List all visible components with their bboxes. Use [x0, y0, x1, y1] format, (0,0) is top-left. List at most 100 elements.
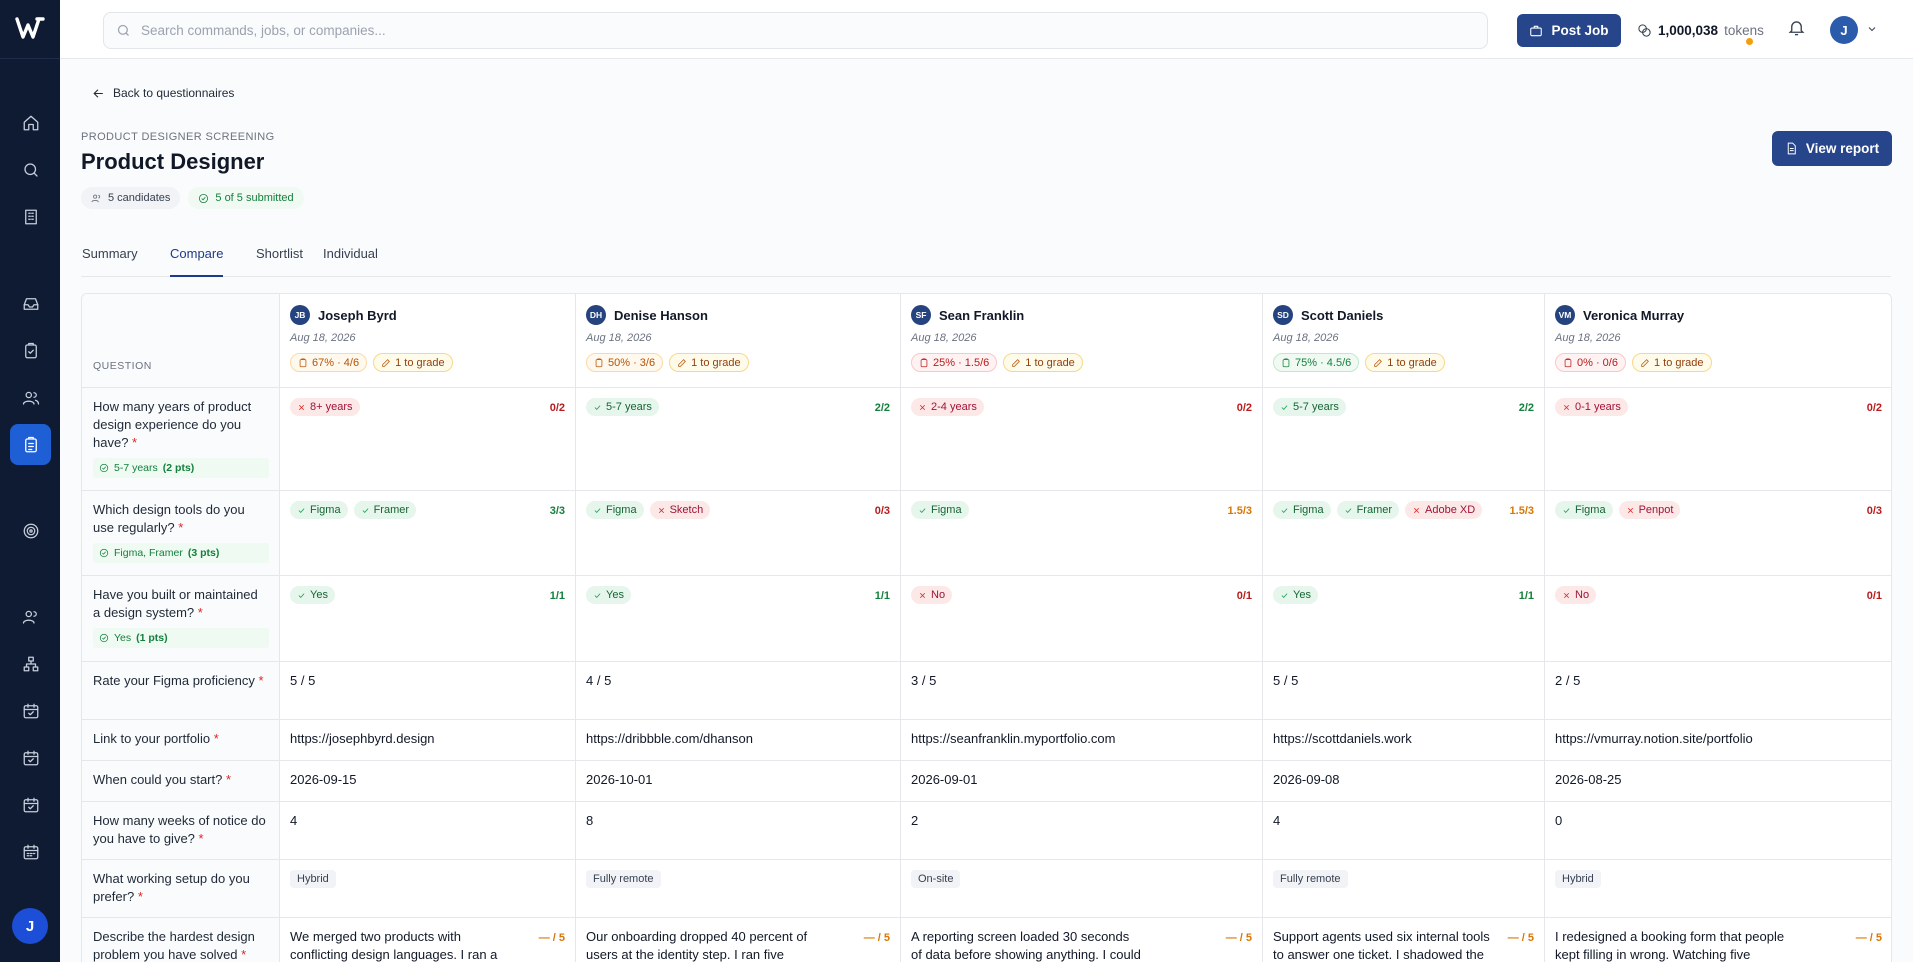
- tab-compare[interactable]: Compare: [170, 239, 224, 277]
- sidebar-item-team[interactable]: [10, 596, 51, 637]
- users-icon: [91, 194, 101, 202]
- to-grade-badge[interactable]: 1 to grade: [669, 353, 749, 372]
- question-text: Which design tools do you use regularly?…: [93, 501, 268, 537]
- question-label: Have you built or maintained a design sy…: [93, 587, 258, 620]
- candidate-name-link[interactable]: VM Veronica Murray: [1555, 305, 1684, 325]
- answer-tags: Figma Framer: [290, 501, 565, 519]
- sidebar-item-home[interactable]: [10, 102, 51, 143]
- to-grade-badge[interactable]: 1 to grade: [1365, 353, 1445, 372]
- arrow-left-icon: [93, 88, 103, 98]
- answer-cell: https://dribbble.com/dhanson: [576, 720, 901, 760]
- question-row: What working setup do you prefer? * Hybri…: [82, 860, 1891, 918]
- answer-cell: 2026-08-25: [1545, 761, 1891, 801]
- question-cell: Which design tools do you use regularly?…: [82, 491, 280, 575]
- sidebar-item-calendar-3[interactable]: [10, 784, 51, 825]
- answer-tag-text: 8+ years: [310, 401, 353, 413]
- clipboard-list-icon: [24, 436, 37, 452]
- answer-tag: Penpot: [1618, 501, 1681, 519]
- x-icon: [919, 404, 926, 410]
- question-cell: Have you built or maintained a design sy…: [82, 576, 280, 661]
- candidate-name-link[interactable]: DH Denise Hanson: [586, 305, 708, 325]
- question-row: How many years of product design experie…: [82, 388, 1891, 491]
- tab-shortlist[interactable]: Shortlist: [256, 239, 303, 277]
- answer-text: 3 / 5: [911, 673, 937, 688]
- sidebar-item-calendar-1[interactable]: [10, 690, 51, 731]
- answer-tag: 8+ years: [290, 398, 360, 416]
- sidebar-item-companies[interactable]: [10, 196, 51, 237]
- token-label: tokens: [1724, 22, 1764, 38]
- answer-cell: https://seanfranklin.myportfolio.com: [901, 720, 1263, 760]
- notifications-button[interactable]: [1787, 18, 1809, 40]
- candidate-name: Joseph Byrd: [318, 307, 397, 323]
- long-answer-text: Our onboarding dropped 40 percent of use…: [586, 929, 808, 962]
- sidebar-item-calendar-2[interactable]: [10, 737, 51, 778]
- view-report-button[interactable]: View report: [1772, 131, 1892, 166]
- setup-pill: Fully remote: [1273, 870, 1348, 888]
- answer-text: 2026-09-01: [911, 772, 978, 787]
- answer-cell: 8: [576, 802, 901, 859]
- back-link[interactable]: Back to questionnaires: [92, 86, 234, 100]
- answer-cell: 4: [1263, 802, 1545, 859]
- sidebar-item-search[interactable]: [10, 149, 51, 190]
- answer-tags: Yes: [1273, 586, 1534, 604]
- check-icon: [1281, 592, 1288, 598]
- candidate-date: Aug 18, 2026: [586, 332, 652, 344]
- answer-cell: No 0/1: [901, 576, 1263, 661]
- sidebar-item-org[interactable]: [10, 643, 51, 684]
- answer-tag-text: Figma: [310, 504, 341, 516]
- question-cell: How many years of product design experie…: [82, 388, 280, 490]
- answer-points: 0/1: [1866, 590, 1882, 602]
- to-grade-badge[interactable]: 1 to grade: [1631, 353, 1712, 372]
- sidebar-item-people[interactable]: [10, 377, 51, 418]
- candidate-name-link[interactable]: JB Joseph Byrd: [290, 305, 397, 325]
- candidate-badges: 50% · 3/6 1 to grade: [586, 353, 749, 372]
- search-box[interactable]: [103, 12, 1488, 49]
- answer-tags: 0-1 years: [1555, 398, 1882, 416]
- post-job-button[interactable]: Post Job: [1517, 14, 1621, 47]
- tab-summary[interactable]: Summary: [82, 239, 138, 277]
- answer-points: 1/1: [1518, 590, 1534, 602]
- candidate-name: Veronica Murray: [1583, 307, 1685, 323]
- answer-tag: Framer: [1336, 501, 1400, 519]
- answer-cell: Our onboarding dropped 40 percent of use…: [576, 918, 901, 962]
- search-input[interactable]: [141, 23, 1441, 38]
- answer-text: 4: [290, 813, 298, 828]
- answer-tag: Adobe XD: [1405, 501, 1483, 519]
- app-logo[interactable]: [13, 13, 47, 43]
- question-row: Have you built or maintained a design sy…: [82, 576, 1891, 662]
- check-icon: [594, 404, 601, 410]
- answer-text: 2 / 5: [1555, 673, 1581, 688]
- question-header-label: QUESTION: [93, 360, 152, 372]
- question-label: When could you start?: [93, 772, 223, 787]
- answer-tag-text: 5-7 years: [1293, 401, 1339, 413]
- answer-text: 2026-09-15: [290, 772, 357, 787]
- answer-tag-text: Figma: [606, 504, 637, 516]
- answer-tags: Figma Framer Adobe XD: [1273, 501, 1534, 519]
- sidebar-item-tasks[interactable]: [10, 330, 51, 371]
- candidate-name-link[interactable]: SF Sean Franklin: [911, 305, 1024, 325]
- to-grade-badge[interactable]: 1 to grade: [1003, 353, 1083, 372]
- answer-text: 2: [911, 813, 919, 828]
- required-marker: *: [213, 731, 219, 746]
- answer-tags: 5-7 years: [1273, 398, 1534, 416]
- to-grade-text: 1 to grade: [1387, 356, 1437, 369]
- answer-tag-text: 2-4 years: [931, 401, 977, 413]
- candidate-name-link[interactable]: SD Scott Daniels: [1273, 305, 1383, 325]
- sidebar-avatar[interactable]: J: [12, 908, 48, 944]
- tab-individual[interactable]: Individual: [323, 239, 378, 277]
- answer-text: https://seanfranklin.myportfolio.com: [911, 731, 1116, 746]
- sidebar-item-targets[interactable]: [10, 510, 51, 551]
- candidate-header: DH Denise Hanson Aug 18, 2026 50% · 3/6 …: [576, 294, 901, 388]
- score-badge: 50% · 3/6: [586, 353, 664, 372]
- required-marker: *: [137, 889, 143, 904]
- sidebar-item-questionnaires[interactable]: [10, 424, 51, 465]
- user-menu-toggle[interactable]: [1866, 23, 1878, 35]
- candidates-count: 5 candidates: [108, 192, 171, 204]
- user-avatar[interactable]: J: [1830, 16, 1858, 44]
- answer-text: https://vmurray.notion.site/portfolio: [1555, 731, 1753, 746]
- token-balance[interactable]: 1,000,038 tokens: [1637, 20, 1764, 40]
- sidebar-item-inbox[interactable]: [10, 283, 51, 324]
- score-text: 67% · 4/6: [312, 356, 360, 369]
- to-grade-badge[interactable]: 1 to grade: [373, 353, 453, 372]
- sidebar-item-calendar-4[interactable]: [10, 831, 51, 872]
